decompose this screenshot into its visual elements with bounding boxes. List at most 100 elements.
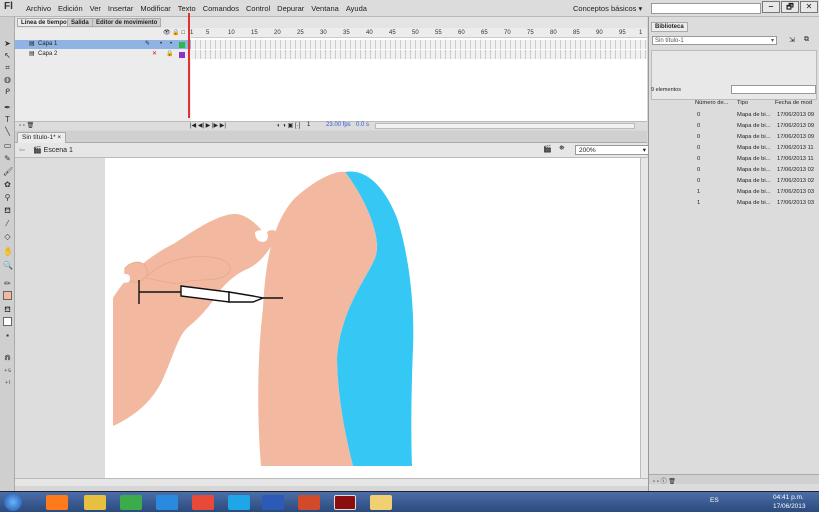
column-header[interactable]: Tipo — [737, 99, 748, 108]
timeline-hscroll[interactable] — [375, 123, 635, 129]
menu-archivo[interactable]: Archivo — [26, 4, 51, 13]
3d-rotation-icon[interactable]: ◍ — [3, 75, 12, 84]
list-item[interactable]: 0 Mapa de bi... 17/06/2013 11 — [649, 143, 819, 154]
stroke-color-swatch[interactable] — [3, 291, 12, 300]
fill-color-swatch[interactable] — [3, 317, 12, 326]
edit-symbols-icon[interactable]: ⛯ — [559, 145, 565, 153]
scene-breadcrumb[interactable]: 🎬 Escena 1 — [33, 146, 73, 154]
default-colors-icon[interactable]: ▪ — [3, 331, 12, 340]
hidden-x-icon[interactable]: ✕ — [152, 50, 157, 59]
stage-vscroll[interactable] — [640, 158, 648, 478]
layer-row[interactable]: ▤ Capa 1 ✎ • • — [15, 40, 191, 49]
fps-readout[interactable]: 23.00 fps — [326, 122, 351, 128]
menu-depurar[interactable]: Depurar — [277, 4, 304, 13]
list-item[interactable]: 1 Mapa de bi... 17/06/2013 03 — [649, 187, 819, 198]
minimize-button[interactable]: ‒ — [762, 1, 780, 13]
help-search-input[interactable] — [651, 3, 761, 14]
list-item[interactable]: 0 Mapa de bi... 17/06/2013 02 — [649, 176, 819, 187]
winrar-icon[interactable] — [192, 495, 214, 510]
new-library-icon[interactable]: ⧉ — [804, 36, 809, 44]
clock-time[interactable]: 04:41 p.m. — [773, 494, 804, 501]
playback-controls[interactable]: |◀ ◀| ▶ |▶ ▶| — [190, 122, 226, 129]
menu-edicion[interactable]: Edición — [58, 4, 83, 13]
layer-row[interactable]: ▤ Capa 2 ✕ 🔒 — [15, 50, 191, 59]
tab-timeline[interactable]: Línea de tiempo — [17, 18, 71, 27]
paint-bucket-icon[interactable]: ⛾ — [3, 206, 12, 215]
list-item[interactable]: 0 Mapa de bi... 17/06/2013 02 — [649, 165, 819, 176]
library-footer-icons[interactable]: ▫ ▫ ⓘ 🗑 — [653, 476, 676, 485]
word-icon[interactable] — [262, 495, 284, 510]
selection-tool-icon[interactable]: ➤ — [3, 39, 12, 48]
menu-comandos[interactable]: Comandos — [203, 4, 239, 13]
close-button[interactable]: ✕ — [800, 1, 818, 13]
column-header[interactable]: Número de... — [695, 99, 729, 108]
library-tab[interactable]: Biblioteca — [651, 22, 688, 32]
straighten-icon[interactable]: ⁺⁽ — [3, 379, 12, 388]
close-tab-icon[interactable]: × — [57, 134, 61, 141]
menu-ayuda[interactable]: Ayuda — [346, 4, 367, 13]
fill-color-icon[interactable]: ⛾ — [3, 305, 12, 314]
menu-ver[interactable]: Ver — [90, 4, 101, 13]
library-search-input[interactable] — [731, 85, 816, 94]
tab-output[interactable]: Salida — [67, 18, 93, 27]
line-tool-icon[interactable]: ╲ — [3, 127, 12, 136]
stage-hscroll[interactable] — [15, 478, 648, 486]
menu-insertar[interactable]: Insertar — [108, 4, 133, 13]
bone-tool-icon[interactable]: ⚲ — [3, 193, 12, 202]
hand-tool-icon[interactable]: ✋ — [3, 247, 13, 256]
document-tab[interactable]: Sin título-1* × — [17, 132, 67, 143]
subselection-tool-icon[interactable]: ↖ — [3, 51, 12, 60]
illustration[interactable] — [105, 158, 640, 478]
menu-control[interactable]: Control — [246, 4, 270, 13]
eraser-icon[interactable]: ◇ — [3, 232, 12, 241]
start-button[interactable] — [4, 493, 22, 511]
menu-ventana[interactable]: Ventana — [311, 4, 339, 13]
clock-date[interactable]: 17/06/2013 — [773, 503, 806, 510]
column-header[interactable]: Fecha de mod — [775, 99, 812, 108]
back-arrow-icon[interactable]: ⇦ — [19, 146, 25, 154]
zoom-select[interactable]: 200% ▾ — [575, 145, 649, 155]
list-item[interactable]: 0 Mapa de bi... 17/06/2013 09 — [649, 121, 819, 132]
workspace-switcher[interactable]: Conceptos básicos ▾ — [573, 4, 642, 13]
frame-row[interactable] — [191, 40, 647, 49]
layer-color-swatch[interactable] — [179, 52, 185, 58]
brush-tool-icon[interactable]: 🖌 — [3, 167, 13, 176]
flash-taskbar-icon[interactable] — [334, 495, 356, 510]
pen-tool-icon[interactable]: ✒ — [3, 103, 12, 112]
powerpoint-icon[interactable] — [298, 495, 320, 510]
new-layer-icon[interactable]: ▫ ▫ 🗑 — [19, 122, 34, 129]
stroke-color-icon[interactable]: ✏ — [3, 279, 12, 288]
list-item[interactable]: 0 Mapa de bi... 17/06/2013 11 — [649, 154, 819, 165]
pencil-tool-icon[interactable]: ✎ — [3, 154, 12, 163]
ie-icon[interactable] — [156, 495, 178, 510]
zoom-tool-icon[interactable]: 🔍 — [3, 261, 13, 270]
playhead[interactable] — [188, 13, 190, 118]
stage-canvas[interactable] — [105, 158, 640, 478]
menu-texto[interactable]: Texto — [178, 4, 196, 13]
eyedropper-icon[interactable]: ⁄ — [3, 219, 12, 228]
list-item[interactable]: 1 Mapa de bi... 17/06/2013 03 — [649, 198, 819, 209]
frames-grid[interactable]: 1 5 10 15 20 25 30 35 40 45 50 55 60 65 … — [190, 28, 647, 128]
frame-row[interactable] — [191, 50, 647, 59]
language-indicator[interactable]: ES — [710, 497, 719, 504]
explorer-icon[interactable] — [84, 495, 106, 510]
tab-motion-editor[interactable]: Editor de movimiento — [92, 18, 162, 27]
time-readout[interactable]: 0.0 s — [356, 122, 369, 128]
deco-tool-icon[interactable]: ✿ — [3, 180, 12, 189]
smooth-icon[interactable]: ⁺⁵ — [3, 367, 12, 376]
folder-icon[interactable] — [370, 495, 392, 510]
layer-color-swatch[interactable] — [179, 42, 185, 48]
onion-skin-icons[interactable]: ◐ ◑ ▣ [·] — [277, 122, 300, 129]
chrome-icon[interactable] — [120, 495, 142, 510]
library-document-select[interactable]: Sin título-1 ▾ — [652, 36, 777, 45]
free-transform-icon[interactable]: ⌗ — [3, 63, 12, 72]
edit-scene-icon[interactable]: 🎬 — [543, 145, 552, 153]
skype-icon[interactable] — [228, 495, 250, 510]
lock-dot[interactable]: • — [170, 40, 172, 49]
media-player-icon[interactable] — [46, 495, 68, 510]
text-tool-icon[interactable]: T — [3, 115, 12, 124]
snap-magnet-icon[interactable]: ⋒ — [3, 353, 12, 362]
pin-icon[interactable]: ⇲ — [789, 36, 795, 44]
list-item[interactable]: 0 Mapa de bi... 17/06/2013 09 — [649, 132, 819, 143]
rectangle-tool-icon[interactable]: ▭ — [3, 141, 12, 150]
